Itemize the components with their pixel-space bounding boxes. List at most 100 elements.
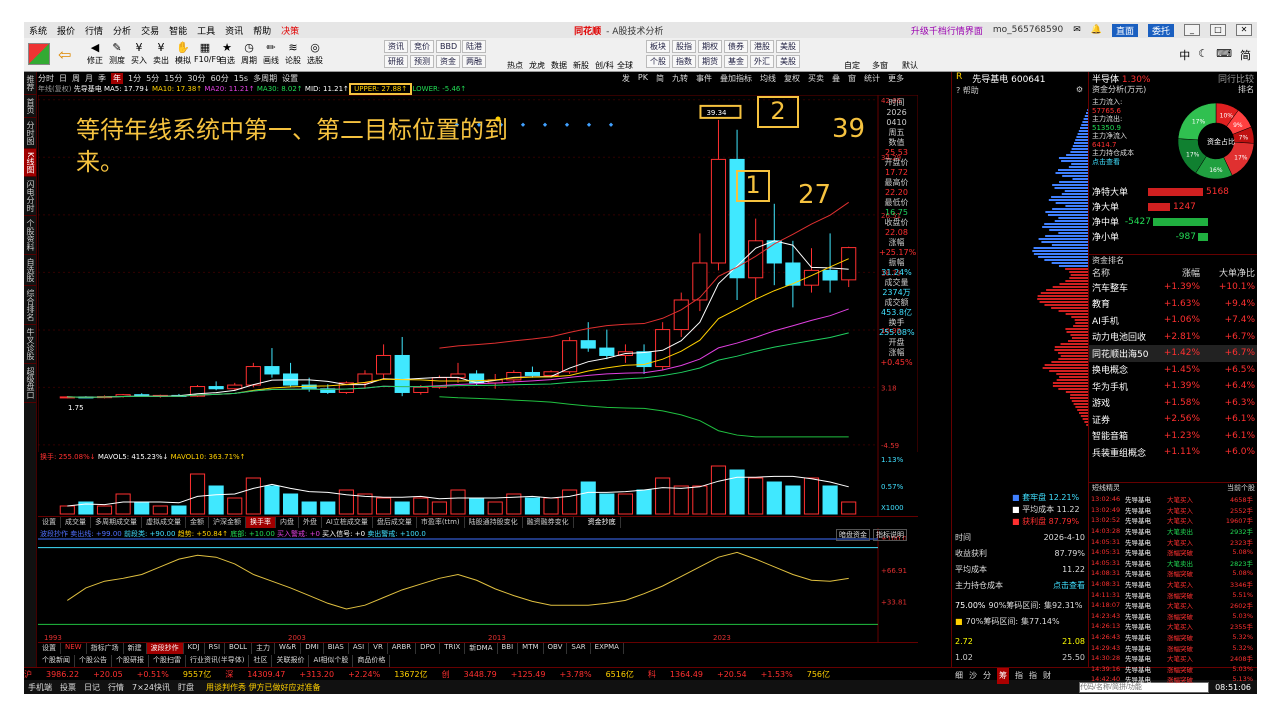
indicator-tab-9[interactable]: W&R xyxy=(275,643,302,654)
footer-mobile[interactable]: 手机端 xyxy=(28,682,52,693)
rank-header-ratio[interactable]: 大单净比 xyxy=(1200,266,1255,279)
indicator-tab-16[interactable]: TRIX xyxy=(440,643,466,654)
indicator-tab-13[interactable]: VR xyxy=(369,643,388,654)
trade-button[interactable]: 委托 xyxy=(1147,23,1174,37)
menu-item-market[interactable]: 行情 xyxy=(85,24,103,37)
toolbar-more-7[interactable]: 多窗 xyxy=(872,60,888,71)
rank-row-5[interactable]: 换电概念 +1.45% +6.5% xyxy=(1089,362,1257,379)
chart-tool-6[interactable]: 均线 xyxy=(760,73,776,84)
menu-item-decision[interactable]: 决策 xyxy=(281,24,299,37)
nav-watchlist[interactable]: 自选股 xyxy=(24,255,36,287)
indicator-tab-0[interactable]: 设置 xyxy=(38,643,61,654)
period-tab-7[interactable]: 5分 xyxy=(146,73,159,84)
toolbar-btn-0[interactable]: ◀ 修正 xyxy=(84,38,106,66)
chip-tab-2[interactable]: 分 xyxy=(983,668,991,684)
chart-tool-12[interactable]: 更多 xyxy=(888,73,904,84)
tick-row-14[interactable]: 14:29:43 先导基电 涨幅突破 5.32% xyxy=(1089,642,1257,653)
toolbar-tab-2-0[interactable]: 板块 xyxy=(646,40,670,53)
indicator-tab-6[interactable]: RSI xyxy=(205,643,226,654)
chart-tool-8[interactable]: 买卖 xyxy=(808,73,824,84)
chart-tool-7[interactable]: 复权 xyxy=(784,73,800,84)
rank-row-3[interactable]: 动力电池回收 +2.81% +6.7% xyxy=(1089,329,1257,346)
period-tab-0[interactable]: 分时 xyxy=(38,73,54,84)
news-ticker[interactable]: 用谈判作秀 伊方已做好应对准备 xyxy=(206,682,321,693)
toolbar-tab-0-2[interactable]: BBD xyxy=(436,40,462,53)
toolbar-btn-8[interactable]: ✏ 画线 xyxy=(260,38,282,66)
indicator-tab-11[interactable]: BIAS xyxy=(324,643,349,654)
toolbar-tab-2-4[interactable]: 港股 xyxy=(750,40,774,53)
news-tab-2[interactable]: 个股研报 xyxy=(112,655,149,667)
tick-row-11[interactable]: 14:23:43 先导基电 涨幅突破 5.03% xyxy=(1089,611,1257,622)
tick-row-8[interactable]: 14:08:31 先导基电 大笔买入 3346手 xyxy=(1089,579,1257,590)
volume-tab-10[interactable]: 盘后成交量 xyxy=(373,517,417,528)
tick-row-15[interactable]: 14:30:28 先导基电 大笔买入 2408手 xyxy=(1089,653,1257,664)
tick-row-1[interactable]: 13:02:49 先导基电 大笔买入 2552手 xyxy=(1089,505,1257,516)
period-tab-10[interactable]: 60分 xyxy=(211,73,229,84)
nav-super-book[interactable]: 超级盘口 xyxy=(24,364,36,404)
volume-tab-extra[interactable]: 资金抄底 xyxy=(584,517,621,528)
tick-row-3[interactable]: 14:03:28 先导基电 大笔卖出 2932手 xyxy=(1089,526,1257,537)
peer-compare-link[interactable]: 同行比较 xyxy=(1218,72,1254,85)
volume-tab-7[interactable]: 内盘 xyxy=(276,517,299,528)
indicator-chart[interactable]: +100.0+66.91+33.811993 2003 2013 2023 xyxy=(38,528,918,642)
indicator-tab-12[interactable]: ASI xyxy=(349,643,370,654)
simplified-button[interactable]: 简 xyxy=(1240,47,1251,63)
toolbar-more-8[interactable]: 默认 xyxy=(902,60,918,71)
chart-tool-11[interactable]: 统计 xyxy=(864,73,880,84)
nav-recommend[interactable]: 推荐 xyxy=(24,72,36,95)
tick-row-10[interactable]: 14:18:07 先导基电 大笔买入 2602手 xyxy=(1089,600,1257,611)
volume-tab-11[interactable]: 市盈率(ttm) xyxy=(417,517,465,528)
tick-row-0[interactable]: 13:02:46 先导基电 大笔买入 4658手 xyxy=(1089,494,1257,505)
volume-tab-1[interactable]: 成交量 xyxy=(61,517,91,528)
rank-row-8[interactable]: 证券 +2.56% +6.1% xyxy=(1089,411,1257,428)
news-tab-3[interactable]: 个股扫雷 xyxy=(149,655,186,667)
toolbar-tab-0-1[interactable]: 竞价 xyxy=(410,40,434,53)
nav-timeshare[interactable]: 分时图 xyxy=(24,118,36,149)
toolbar-tab-3-2[interactable]: 期货 xyxy=(698,55,722,68)
period-tab-3[interactable]: 月 xyxy=(85,73,93,84)
chart-tool-2[interactable]: 简 xyxy=(656,73,664,84)
period-tab-5[interactable]: 年 xyxy=(111,72,123,84)
chart-tool-0[interactable]: 发 xyxy=(622,73,630,84)
menu-item-help[interactable]: 帮助 xyxy=(253,24,271,37)
gear-icon[interactable]: ⚙ xyxy=(1076,85,1083,97)
toolbar-tab-2-1[interactable]: 股指 xyxy=(672,40,696,53)
period-tab-6[interactable]: 1分 xyxy=(128,73,141,84)
toolbar-more-3[interactable]: 新股 xyxy=(573,60,589,71)
chip-tab-0[interactable]: 细 xyxy=(955,668,963,684)
footer-watch[interactable]: 盯盘 xyxy=(178,682,194,693)
rank-row-6[interactable]: 华为手机 +1.39% +6.4% xyxy=(1089,378,1257,395)
period-tab-1[interactable]: 日 xyxy=(59,73,67,84)
menu-item-news[interactable]: 资讯 xyxy=(225,24,243,37)
period-tab-13[interactable]: 设置 xyxy=(282,73,298,84)
minimize-button[interactable]: _ xyxy=(1184,24,1200,36)
footer-vote[interactable]: 投票 xyxy=(60,682,76,693)
toolbar-btn-6[interactable]: ★ 自选 xyxy=(216,38,238,66)
chip-holdcost-link[interactable]: 点击查看 xyxy=(1053,578,1085,594)
chip-tab-1[interactable]: 沙 xyxy=(969,668,977,684)
menu-item-quote[interactable]: 报价 xyxy=(57,24,75,37)
volume-tab-6[interactable]: 换手率 xyxy=(246,517,276,528)
news-tab-1[interactable]: 个股公告 xyxy=(75,655,112,667)
bell-icon[interactable]: 🔔 xyxy=(1091,25,1102,35)
nav-ranking[interactable]: 综合排名 xyxy=(24,286,36,326)
moon-icon[interactable]: ☾ xyxy=(1198,47,1208,63)
volume-tab-13[interactable]: 融资融券变化 xyxy=(523,517,574,528)
news-tab-5[interactable]: 社区 xyxy=(249,655,273,667)
period-tab-2[interactable]: 周 xyxy=(72,73,80,84)
toolbar-tab-2-3[interactable]: 债券 xyxy=(724,40,748,53)
back-arrow-icon[interactable]: ⇦ xyxy=(58,45,71,64)
rank-header-pct[interactable]: 涨幅 xyxy=(1154,266,1200,279)
menu-item-smart[interactable]: 智能 xyxy=(169,24,187,37)
indicator-tab-7[interactable]: BOLL xyxy=(225,643,253,654)
hold-cost-link[interactable]: 点击查看 xyxy=(1092,158,1172,167)
rank-row-1[interactable]: 教育 +1.63% +9.4% xyxy=(1089,296,1257,313)
kc-label[interactable]: 科 xyxy=(648,669,656,680)
indicator-tab-8[interactable]: 主力 xyxy=(252,643,276,654)
toolbar-tab-3-1[interactable]: 指数 xyxy=(672,55,696,68)
indicator-tab-21[interactable]: SAR xyxy=(567,643,591,654)
rank-row-10[interactable]: 兵装重组概念 +1.11% +6.0% xyxy=(1089,444,1257,461)
tick-row-7[interactable]: 14:08:31 先导基电 涨幅突破 5.08% xyxy=(1089,568,1257,579)
rank-row-9[interactable]: 智能音箱 +1.23% +6.1% xyxy=(1089,428,1257,445)
nav-kline[interactable]: K线图 xyxy=(24,149,36,178)
